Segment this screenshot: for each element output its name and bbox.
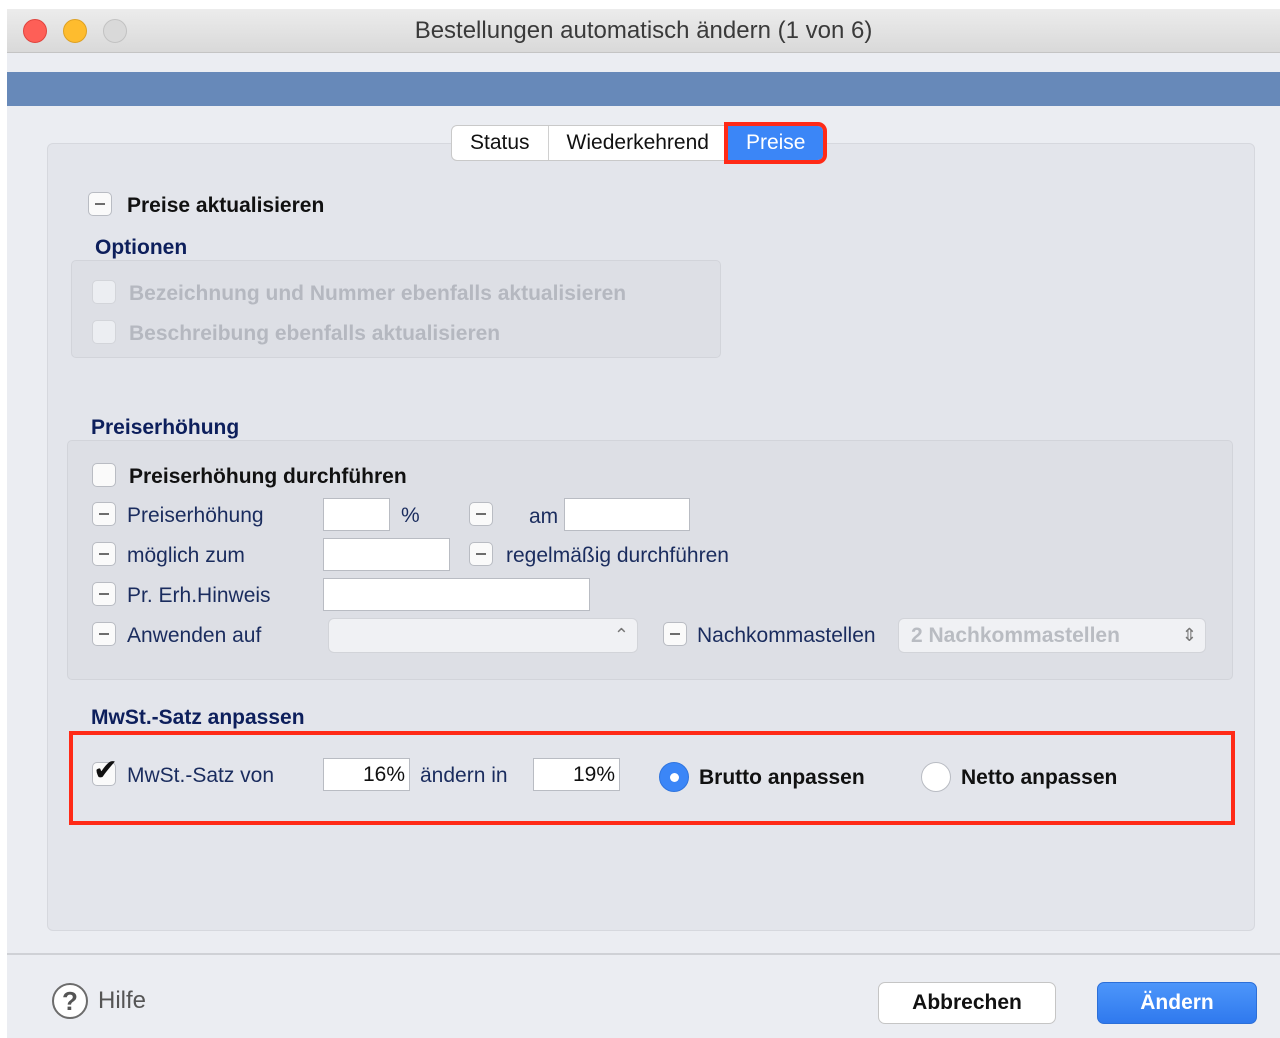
percent-label: % (401, 504, 420, 527)
cancel-button[interactable]: Abbrechen (878, 982, 1056, 1024)
mwst-highlight-frame (69, 731, 1235, 825)
preiserhoehung-checkbox[interactable] (92, 502, 116, 526)
tab-status[interactable]: Status (452, 126, 549, 160)
help-label[interactable]: Hilfe (98, 987, 146, 1015)
mwst-title: MwSt.-Satz anpassen (91, 706, 305, 729)
am-checkbox[interactable] (469, 502, 493, 526)
optionen-title: Optionen (95, 236, 188, 259)
preiserhoehung-title: Preiserhöhung (91, 416, 240, 439)
option-bezeichnung-label: Bezeichnung und Nummer ebenfalls aktuali… (129, 282, 627, 305)
hinweis-checkbox[interactable] (92, 582, 116, 606)
help-icon[interactable]: ? (52, 983, 88, 1019)
nachkommastellen-select[interactable]: 2 Nachkommastellen ⇕ (898, 618, 1206, 653)
tab-bar: Status Wiederkehrend Preise (451, 122, 828, 164)
preise-aktualisieren-checkbox[interactable] (88, 192, 112, 216)
moeglich-zum-label: möglich zum (127, 544, 245, 567)
nachkommastellen-checkbox[interactable] (663, 622, 687, 646)
preiserhoehung-durchfuehren-checkbox[interactable] (92, 463, 116, 487)
tab-wiederkehrend[interactable]: Wiederkehrend (549, 126, 728, 160)
chevron-updown-icon: ⌃ (613, 625, 629, 645)
footer-divider (7, 953, 1280, 955)
nachkommastellen-label: Nachkommastellen (697, 624, 876, 647)
anwenden-auf-select[interactable]: ⌃ (328, 618, 638, 653)
option-bezeichnung-checkbox[interactable] (92, 280, 116, 304)
anwenden-auf-checkbox[interactable] (92, 622, 116, 646)
option-beschreibung-label: Beschreibung ebenfalls aktualisieren (129, 322, 501, 345)
regelmaessig-checkbox[interactable] (469, 542, 493, 566)
moeglich-zum-checkbox[interactable] (92, 542, 116, 566)
anwenden-auf-label: Anwenden auf (127, 624, 262, 647)
nachkommastellen-value: 2 Nachkommastellen (911, 624, 1120, 647)
regelmaessig-label: regelmäßig durchführen (506, 544, 729, 567)
hinweis-label: Pr. Erh.Hinweis (127, 584, 271, 607)
chevron-updown-icon: ⇕ (1181, 625, 1197, 645)
preiserhoehung-durchfuehren-label: Preiserhöhung durchführen (129, 465, 407, 488)
dialog-window: Bestellungen automatisch ändern (1 von 6… (7, 9, 1280, 1038)
hinweis-input[interactable] (323, 578, 590, 611)
preiserhoehung-label: Preiserhöhung (127, 504, 264, 527)
preise-aktualisieren-label: Preise aktualisieren (127, 194, 325, 217)
header-bar (7, 72, 1280, 106)
moeglich-zum-input[interactable] (323, 538, 450, 571)
aendern-button[interactable]: Ändern (1097, 982, 1257, 1024)
am-label: am (529, 505, 559, 528)
option-beschreibung-checkbox[interactable] (92, 320, 116, 344)
tab-preise[interactable]: Preise (723, 122, 828, 164)
window-title: Bestellungen automatisch ändern (1 von 6… (414, 17, 873, 44)
am-date-input[interactable] (564, 498, 690, 531)
preiserhoehung-input[interactable] (323, 498, 390, 531)
title-bar: Bestellungen automatisch ändern (1 von 6… (7, 9, 1280, 53)
